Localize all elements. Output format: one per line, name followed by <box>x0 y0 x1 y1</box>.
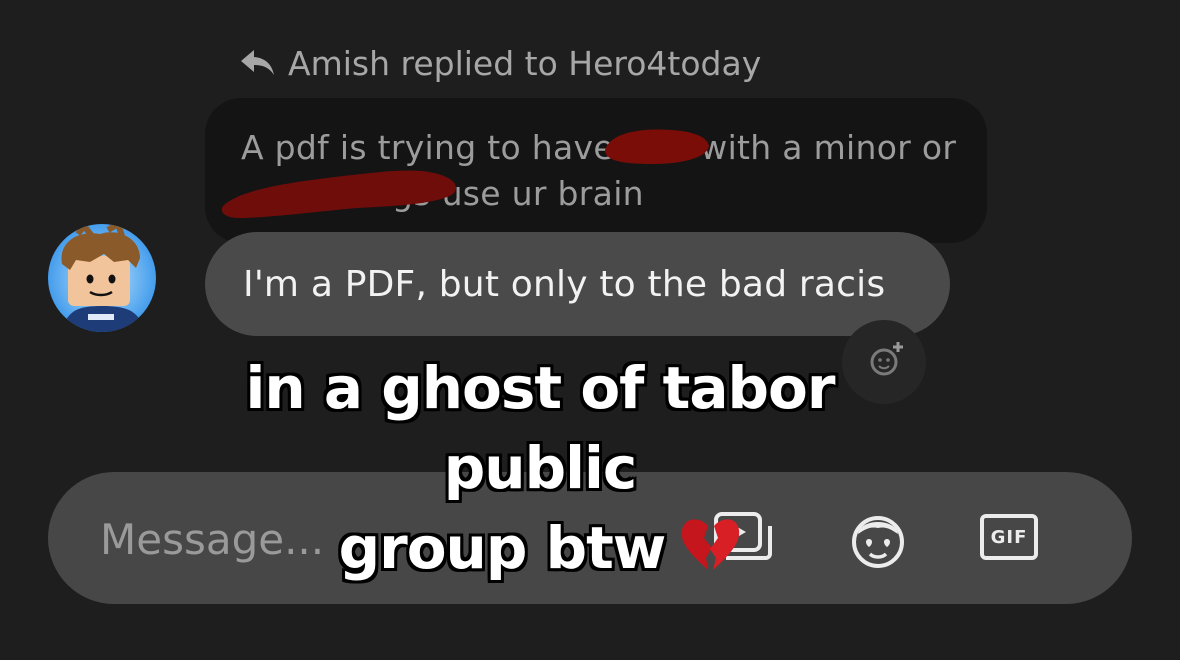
broken-heart-icon <box>682 519 740 570</box>
gif-icon[interactable]: GIF <box>980 514 1038 560</box>
message-bubble[interactable]: I'm a PDF, but only to the bad racis <box>205 232 950 336</box>
caption-line-2: group btw <box>338 514 667 582</box>
caption-line-2-wrap: group btw <box>140 508 940 588</box>
quoted-message-bubble[interactable]: A pdf is trying to have with a minor or … <box>205 98 987 243</box>
reply-header: Amish replied to Hero4today <box>240 40 761 86</box>
reply-arrow-icon <box>241 50 274 75</box>
gif-label: GIF <box>990 526 1028 548</box>
message-text: I'm a PDF, but only to the bad racis <box>243 264 886 305</box>
avatar-image <box>48 224 156 332</box>
caption-line-1: in a ghost of tabor public <box>245 354 836 502</box>
overlay-caption: in a ghost of tabor public group btw <box>140 348 940 588</box>
redaction-scribble-2 <box>221 170 456 218</box>
user-avatar[interactable] <box>48 224 156 332</box>
reply-header-text: Amish replied to Hero4today <box>288 43 762 83</box>
redaction-scribble-1 <box>605 129 709 164</box>
